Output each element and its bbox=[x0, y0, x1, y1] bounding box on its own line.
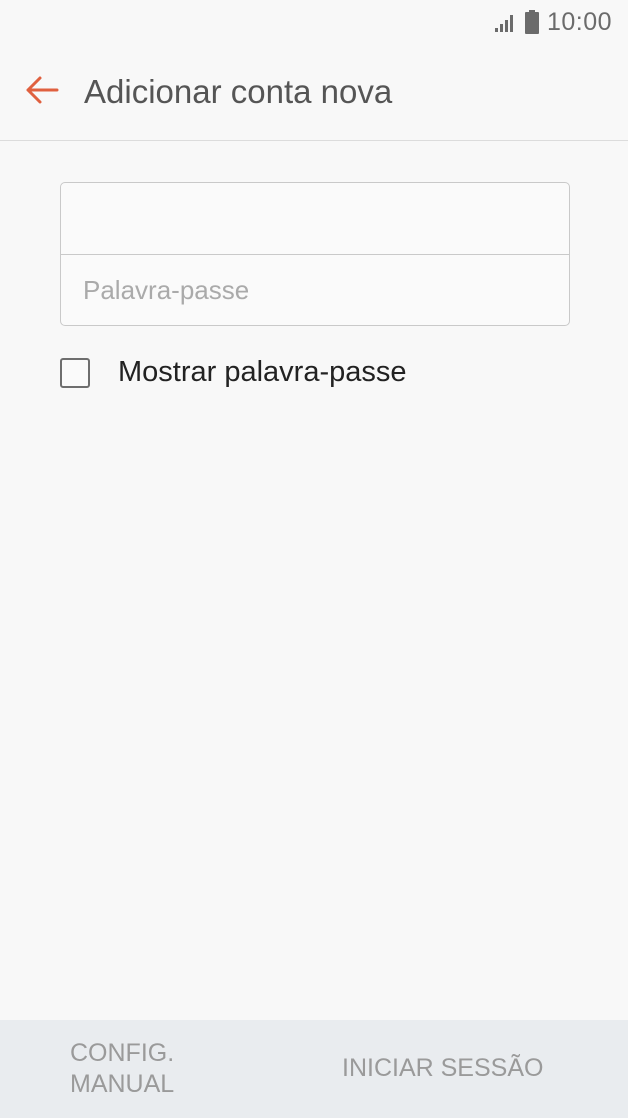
app-bar: Adicionar conta nova bbox=[0, 44, 628, 141]
signal-icon bbox=[494, 12, 517, 32]
screen: 10:00 Adicionar conta nova Mostrar palav… bbox=[0, 0, 628, 1118]
manual-setup-label-line2: MANUAL bbox=[70, 1070, 175, 1098]
password-field[interactable] bbox=[81, 273, 569, 307]
status-time: 10:00 bbox=[546, 7, 612, 36]
show-password-label: Mostrar palavra-passe bbox=[118, 356, 407, 388]
bottom-action-bar: CONFIG. MANUAL INICIAR SESSÃO bbox=[0, 1020, 628, 1118]
password-field-row bbox=[61, 254, 569, 325]
email-field[interactable] bbox=[81, 202, 569, 235]
show-password-checkbox[interactable] bbox=[60, 357, 90, 388]
show-password-toggle[interactable]: Mostrar palavra-passe bbox=[60, 356, 407, 389]
manual-setup-label-line1: CONFIG. bbox=[70, 1038, 175, 1067]
sign-in-label: INICIAR SESSÃO bbox=[342, 1054, 544, 1083]
status-bar: 10:00 bbox=[0, 0, 628, 44]
email-field-row bbox=[61, 183, 569, 254]
sign-in-button[interactable]: INICIAR SESSÃO bbox=[342, 1053, 543, 1084]
back-button[interactable] bbox=[0, 44, 84, 140]
page-title: Adicionar conta nova bbox=[84, 73, 393, 110]
arrow-left-icon bbox=[25, 75, 59, 110]
battery-icon bbox=[524, 10, 539, 34]
manual-setup-button[interactable]: CONFIG. MANUAL bbox=[70, 1038, 230, 1101]
login-form bbox=[60, 182, 570, 326]
